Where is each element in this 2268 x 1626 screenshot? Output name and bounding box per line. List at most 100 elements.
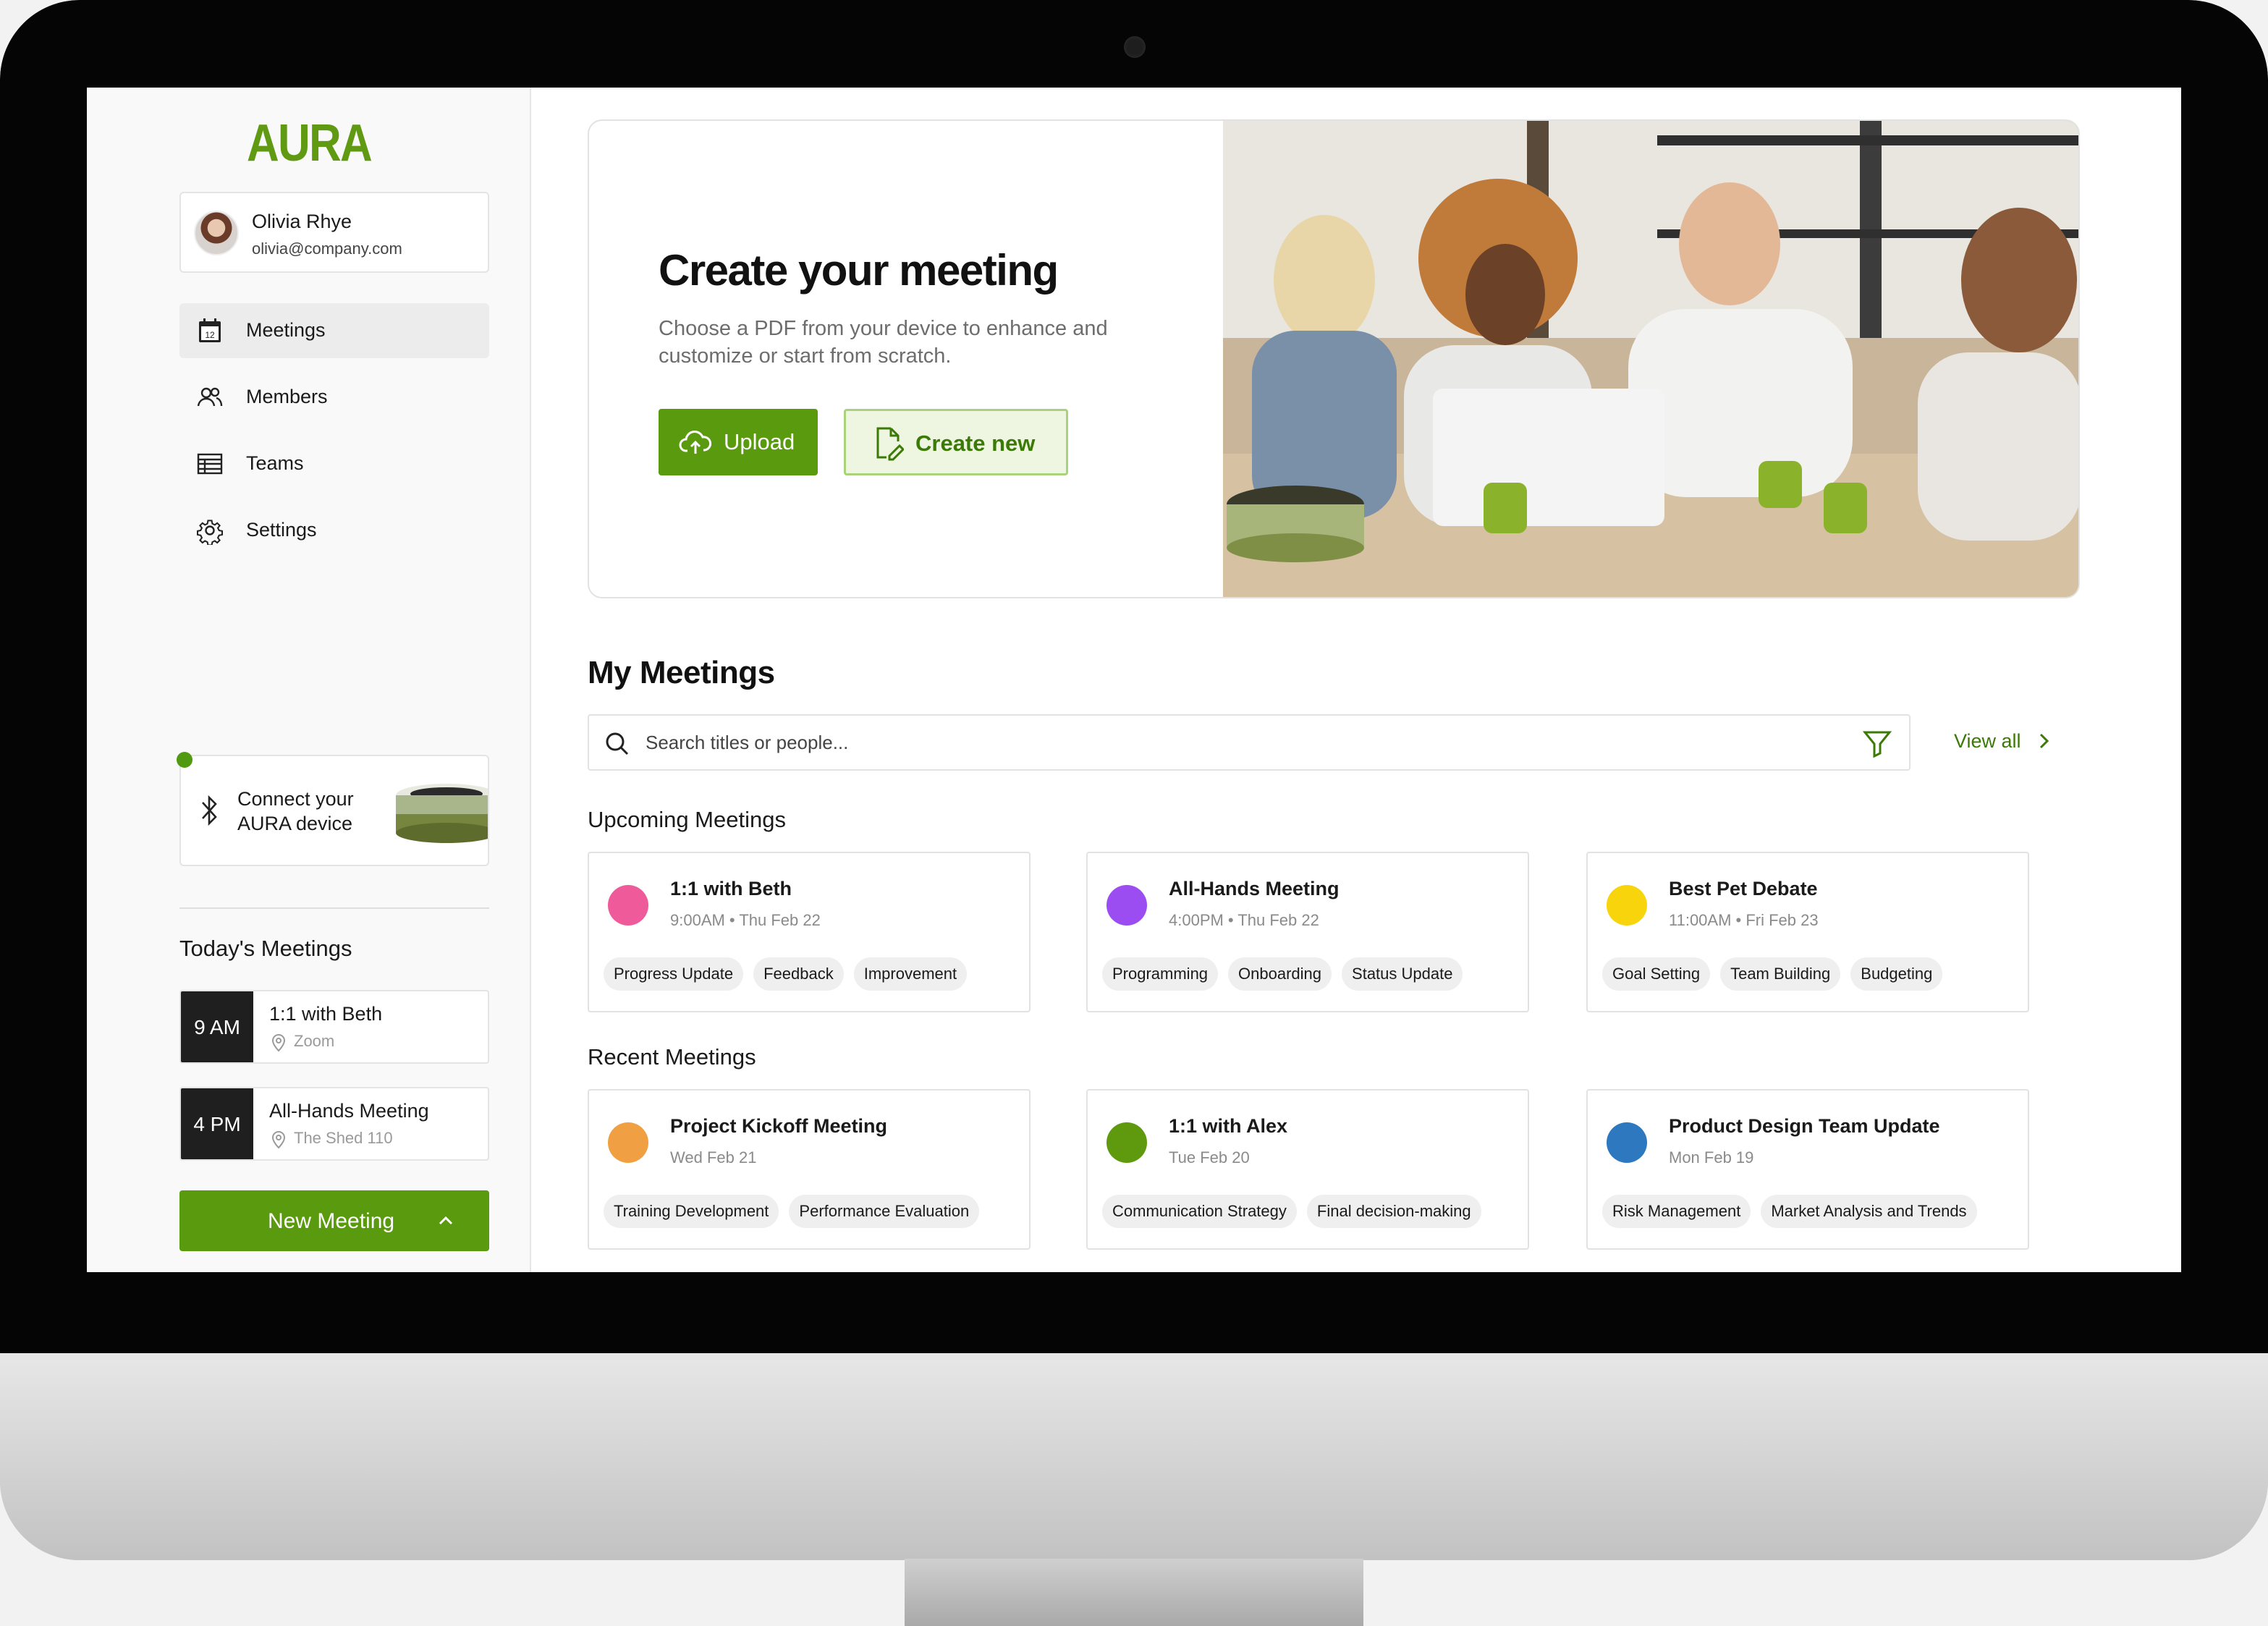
meeting-card[interactable]: Product Design Team Update Mon Feb 19 Risk… xyxy=(1586,1089,2029,1250)
aura-device-image xyxy=(396,784,488,843)
meeting-datetime: 11:00AM • Fri Feb 23 xyxy=(1669,911,1819,929)
aura-logo: AURA xyxy=(247,114,373,172)
meeting-datetime: 4:00PM • Thu Feb 22 xyxy=(1169,911,1319,929)
meeting-tag: Budgeting xyxy=(1850,957,1943,991)
new-meeting-button[interactable]: New Meeting xyxy=(179,1190,489,1251)
filter-icon[interactable] xyxy=(1861,727,1893,759)
connect-device-card[interactable]: Connect your AURA device xyxy=(179,755,489,866)
today-meeting-time: 4 PM xyxy=(181,1088,253,1159)
sidebar-item-label: Teams xyxy=(246,452,304,474)
camera-icon xyxy=(1124,36,1146,58)
monitor-stand xyxy=(905,1559,1363,1626)
meeting-tags: Training Development Performance Evaluati… xyxy=(604,1195,980,1228)
chevron-up-icon[interactable] xyxy=(434,1209,457,1232)
cloud-upload-icon xyxy=(679,431,712,454)
meeting-tag: Improvement xyxy=(853,957,968,991)
meeting-tag: Progress Update xyxy=(604,957,744,991)
search-input[interactable] xyxy=(646,716,1832,769)
create-new-label: Create new xyxy=(915,431,1036,456)
my-meetings-title: My Meetings xyxy=(588,655,775,690)
search-icon xyxy=(606,732,629,755)
monitor-chin xyxy=(0,1353,2268,1560)
profile-name: Olivia Rhye xyxy=(252,211,352,232)
hero-subtitle: Choose a PDF from your device to enhance… xyxy=(659,317,1108,368)
meeting-card[interactable]: 1:1 with Alex Tue Feb 20 Communication Str… xyxy=(1086,1089,1529,1250)
meeting-tag: Training Development xyxy=(604,1195,779,1228)
todays-meetings-title: Today's Meetings xyxy=(179,936,352,961)
sidebar-item-settings[interactable]: Settings xyxy=(179,503,489,558)
meeting-tag: Goal Setting xyxy=(1602,957,1711,991)
meeting-tag: Status Update xyxy=(1342,957,1463,991)
meeting-tag: Communication Strategy xyxy=(1102,1195,1297,1228)
bluetooth-icon xyxy=(202,795,217,826)
view-all-link[interactable]: View all xyxy=(1954,730,2021,753)
document-edit-icon xyxy=(876,427,904,461)
meeting-tags: Risk Management Market Analysis and Trend… xyxy=(1602,1195,1977,1228)
meeting-card[interactable]: All-Hands Meeting 4:00PM • Thu Feb 22 Prog… xyxy=(1086,852,1529,1012)
meeting-tags: Goal Setting Team Building Budgeting xyxy=(1602,957,1943,991)
meeting-color-dot xyxy=(608,885,648,926)
users-icon xyxy=(197,387,223,407)
sidebar-item-label: Meetings xyxy=(246,319,326,341)
meeting-title: Project Kickoff Meeting xyxy=(670,1115,888,1137)
today-meeting-location: The Shed 110 xyxy=(294,1129,393,1147)
meeting-tag: Feedback xyxy=(753,957,844,991)
location-pin-icon xyxy=(271,1034,286,1052)
device-status-dot xyxy=(177,752,192,768)
calendar-icon: 12 xyxy=(199,318,221,342)
today-meeting-item[interactable]: 9 AM 1:1 with Beth Zoom xyxy=(179,990,489,1064)
sidebar-item-teams[interactable]: Teams xyxy=(179,436,489,491)
sidebar-divider xyxy=(179,907,489,909)
meeting-color-dot xyxy=(1607,885,1647,926)
upload-button[interactable]: Upload xyxy=(659,409,818,475)
upload-label: Upload xyxy=(724,429,795,454)
today-meeting-name: All-Hands Meeting xyxy=(269,1100,429,1122)
meeting-tag: Final decision-making xyxy=(1306,1195,1481,1228)
meeting-title: Product Design Team Update xyxy=(1669,1115,1940,1137)
create-meeting-hero: Create your meeting Choose a PDF from yo… xyxy=(588,119,2080,598)
sidebar-item-meetings[interactable]: 12 Meetings xyxy=(179,303,489,358)
meeting-title: 1:1 with Alex xyxy=(1169,1115,1288,1137)
meeting-title: All-Hands Meeting xyxy=(1169,878,1340,899)
meeting-datetime: Tue Feb 20 xyxy=(1169,1148,1250,1166)
avatar xyxy=(194,211,239,255)
sidebar-item-label: Members xyxy=(246,386,328,407)
meeting-datetime: Wed Feb 21 xyxy=(670,1148,757,1166)
meeting-tags: Programming Onboarding Status Update xyxy=(1102,957,1463,991)
meeting-color-dot xyxy=(1107,885,1147,926)
meeting-color-dot xyxy=(608,1122,648,1163)
meeting-tags: Communication Strategy Final decision-mak… xyxy=(1102,1195,1481,1228)
profile-card[interactable]: Olivia Rhye olivia@company.com xyxy=(179,192,489,273)
meeting-tag: Onboarding xyxy=(1228,957,1332,991)
create-new-button[interactable]: Create new xyxy=(844,409,1068,475)
meeting-title: 1:1 with Beth xyxy=(670,878,792,899)
today-meeting-time: 9 AM xyxy=(181,991,253,1062)
sidebar-item-members[interactable]: Members xyxy=(179,370,489,425)
meeting-datetime: 9:00AM • Thu Feb 22 xyxy=(670,911,821,929)
today-meeting-name: 1:1 with Beth xyxy=(269,1003,383,1025)
meeting-datetime: Mon Feb 19 xyxy=(1669,1148,1754,1166)
sidebar-item-label: Settings xyxy=(246,519,317,541)
meeting-color-dot xyxy=(1107,1122,1147,1163)
meeting-title: Best Pet Debate xyxy=(1669,878,1818,899)
new-meeting-label: New Meeting xyxy=(268,1209,395,1233)
app-screen: AURA Olivia Rhye olivia@company.com 12 M… xyxy=(87,88,2181,1272)
upcoming-meetings-title: Upcoming Meetings xyxy=(588,807,786,832)
connect-device-text: Connect your AURA device xyxy=(237,787,354,836)
meeting-tag: Team Building xyxy=(1720,957,1841,991)
today-meeting-item[interactable]: 4 PM All-Hands Meeting The Shed 110 xyxy=(179,1087,489,1161)
meeting-card[interactable]: Project Kickoff Meeting Wed Feb 21 Trainin… xyxy=(588,1089,1031,1250)
recent-meetings-title: Recent Meetings xyxy=(588,1044,756,1070)
profile-email: olivia@company.com xyxy=(252,240,402,258)
meeting-card[interactable]: 1:1 with Beth 9:00AM • Thu Feb 22 Progress… xyxy=(588,852,1031,1012)
connect-device-line1: Connect your xyxy=(237,788,354,810)
location-pin-icon xyxy=(271,1131,286,1149)
hero-team-photo xyxy=(1223,121,2078,597)
svg-text:12: 12 xyxy=(205,330,215,340)
chevron-right-icon[interactable] xyxy=(2034,729,2055,753)
meeting-tag: Market Analysis and Trends xyxy=(1761,1195,1977,1228)
today-meeting-location: Zoom xyxy=(294,1032,335,1050)
meeting-card[interactable]: Best Pet Debate 11:00AM • Fri Feb 23 Goal … xyxy=(1586,852,2029,1012)
sidebar: AURA Olivia Rhye olivia@company.com 12 M… xyxy=(87,88,531,1272)
meeting-tag: Risk Management xyxy=(1602,1195,1751,1228)
